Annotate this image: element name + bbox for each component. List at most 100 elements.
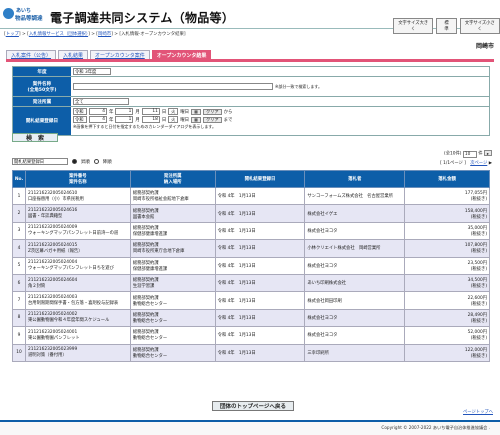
row-date: 令和 4年 1月13日 (214, 239, 306, 258)
row-no: 9 (12, 326, 26, 345)
font-size-controls: 文字サイズ大きく 標 準 文字サイズ小さく (393, 18, 500, 34)
result-count: (全10件) (444, 151, 462, 157)
from-weekday: 火 (168, 108, 179, 115)
table-row: 4 211216232005024015 Z茨区幕バガキ用紙（報告） 総務部契約課 岡崎… (12, 239, 490, 258)
row-winner: 株式会社岡田印刷 (304, 291, 406, 310)
row-date: 令和 4年 1月13日 (214, 256, 306, 275)
tab-bid-cases[interactable]: 入札案件（公告） (6, 50, 57, 59)
font-large-button[interactable]: 文字サイズ大きく (393, 18, 434, 34)
row-amount: 52,000円 (税抜き) (404, 326, 490, 345)
row-date: 令和 4年 1月13日 (214, 204, 306, 223)
section-select[interactable]: 全て (73, 98, 129, 105)
next-page-link[interactable]: 次ページ (470, 161, 487, 166)
table-row: 2 211216232005024616 図書・年誌典籍型 総務部契約課 図書本会館 令和… (12, 204, 490, 223)
sort-field-select[interactable]: 開札結果登録日 (12, 158, 68, 165)
footer: Copyright © 2007-2022 あいち電子自治体推進協議会 . (0, 420, 500, 435)
row-case[interactable]: 211216232005023999 道明対策（番付用） (24, 343, 131, 362)
breadcrumb-top[interactable]: トップ (6, 32, 19, 37)
breadcrumb-city[interactable]: 岡崎市 (98, 32, 111, 37)
row-no: 7 (12, 291, 26, 310)
year-label: 年度 (13, 67, 71, 76)
row-date: 令和 4年 1月13日 (214, 343, 306, 362)
row-winner: サンコーフォームズ株式会社 名古屋営業所 (304, 186, 406, 206)
col-section: 発注所属 納入場所 (129, 170, 216, 188)
row-no: 8 (12, 308, 26, 328)
font-small-button[interactable]: 文字サイズ小さく (459, 18, 500, 34)
from-clear-button[interactable]: クリア (202, 108, 222, 115)
table-row: 10 211216232005023999 道明対策（番付用） 総務部契約課 動物総合セ… (12, 343, 490, 362)
row-section: 総務部契約課 動物総合センター (129, 326, 216, 345)
year-select[interactable]: 令和 3年度 (73, 68, 111, 75)
per-page-go-icon[interactable]: ▸ (483, 150, 492, 156)
to-year-input[interactable]: 4 (89, 116, 107, 123)
back-to-top-button[interactable]: 団体のトップページへ戻る (212, 401, 294, 411)
from-era-select[interactable]: 令和 (73, 108, 87, 115)
row-no: 1 (12, 186, 26, 206)
row-case[interactable]: 211216232005024610 口座振替用（小）市県民税用 (24, 186, 131, 206)
to-era-select[interactable]: 令和 (73, 116, 87, 123)
row-winner: 株式会社ヨコタ (304, 221, 406, 241)
row-case[interactable]: 211216232005024009 ウォーキングマップパンフレット日前湾一の道 (24, 221, 131, 241)
page-title: 電子調達共同システム（物品等） (50, 11, 235, 25)
row-section: 総務部契約課 保健部健康増進課 (129, 221, 216, 241)
case-name-label: 案件名称 (全角50文字) (13, 77, 71, 96)
font-standard-button[interactable]: 標 準 (436, 18, 457, 34)
row-case[interactable]: 211216232005024002 東公園動物園今和４年度年間スケジュール (24, 308, 131, 328)
row-section: 総務部契約課 岡崎市役所福祉会館地下倉庫 (129, 186, 216, 206)
tab-bar: 入札案件（公告） 入札結果 オープンカウンタ案件 オープンカウンタ結果 (6, 50, 212, 59)
row-no: 3 (12, 221, 26, 241)
search-button[interactable]: 検 索 (12, 133, 58, 142)
col-date: 開札結果登録日 (214, 170, 306, 188)
row-amount: 107,800円 (税抜き) (404, 239, 490, 258)
row-case[interactable]: 211216232005024003 台用制限期間保手書・包方落・喜剤投与記録表 (24, 291, 131, 310)
breadcrumb-bid-service[interactable]: 入札情報サービス（団体選択） (29, 32, 88, 37)
to-weekday: 火 (168, 116, 179, 123)
next-arrow-icon[interactable]: ▶ (489, 161, 492, 166)
page-top-link[interactable]: ページトップへ (463, 409, 493, 415)
tab-bid-results[interactable]: 入札結果 (58, 50, 89, 59)
col-no: No. (12, 170, 26, 188)
from-month-input[interactable]: 1 (115, 108, 134, 115)
row-winner: 株式会社ヨコタ (304, 308, 406, 328)
tab-open-counter-results[interactable]: オープンカウンタ結果 (151, 50, 212, 59)
row-winner: 株式会社イゲエ (304, 204, 406, 223)
sort-asc-radio[interactable] (72, 159, 77, 164)
row-amount: 28,490円 (税抜き) (404, 308, 490, 328)
row-winner: あいち印刷株式会社 (304, 273, 406, 293)
row-no: 10 (12, 343, 26, 362)
from-year-input[interactable]: 4 (89, 108, 107, 115)
date-label: 開札結果登録日 (13, 107, 71, 135)
row-case[interactable]: 211216232005024616 図書・年誌典籍型 (24, 204, 131, 223)
row-amount: 177,055円 (税抜き) (404, 186, 490, 206)
to-month-input[interactable]: 1 (115, 116, 134, 123)
page-header: あいち 物品等調達 電子調達共同システム（物品等） 文字サイズ大きく 標 準 文… (0, 0, 500, 34)
per-page-select[interactable]: 10 (462, 150, 477, 158)
from-calendar-icon[interactable]: ▦ (191, 108, 201, 115)
row-section: 総務部契約課 保健部健康増進課 (129, 256, 216, 275)
row-amount: 35,000円 (税抜き) (404, 221, 490, 241)
row-section: 総務部契約課 動物総合センター (129, 308, 216, 328)
tab-open-counter-cases[interactable]: オープンカウンタ案件 (90, 50, 150, 59)
sort-desc-radio[interactable] (93, 159, 99, 164)
row-amount: 158,400円 (税抜き) (404, 204, 490, 223)
from-day-input[interactable]: 11 (141, 108, 160, 115)
to-clear-button[interactable]: クリア (202, 116, 222, 123)
to-day-input[interactable]: 18 (141, 116, 160, 123)
row-case[interactable]: 211216232005024001 東公園動物園パンフレット (24, 326, 131, 345)
row-winner: 株式会社ヨコタ (304, 256, 406, 275)
row-case[interactable]: 211216232005024015 Z茨区幕バガキ用紙（報告） (24, 239, 131, 258)
col-winner: 落札者 (304, 170, 406, 188)
row-case[interactable]: 211216232005024604 角２封筒 (24, 273, 131, 293)
row-amount: 23,500円 (税抜き) (404, 256, 490, 275)
to-calendar-icon[interactable]: ▦ (191, 116, 201, 123)
date-from-row: 令和 4年 1月 11 日 火曜日 ▦ クリア から (73, 108, 233, 115)
date-note: ※画像を押下すると日付を指定するためのカレンダーダイアログを表示します。 (73, 124, 216, 129)
date-to-row: 令和 4年 1月 18 日 火曜日 ▦ クリア まで (73, 116, 233, 123)
case-name-input[interactable] (73, 83, 273, 90)
breadcrumb: [トップ] > [入札情報サービス（団体選択）] > [岡崎市] > [入札情報… (4, 32, 186, 37)
col-amount: 落札金額 (404, 170, 490, 188)
row-case[interactable]: 211216232005024004 ウォーキングマップパンフレット日ちを遊び (24, 256, 131, 275)
site-logo[interactable]: あいち 物品等調達 (3, 7, 47, 26)
row-date: 令和 4年 1月13日 (214, 186, 306, 206)
row-date: 令和 4年 1月13日 (214, 326, 306, 345)
